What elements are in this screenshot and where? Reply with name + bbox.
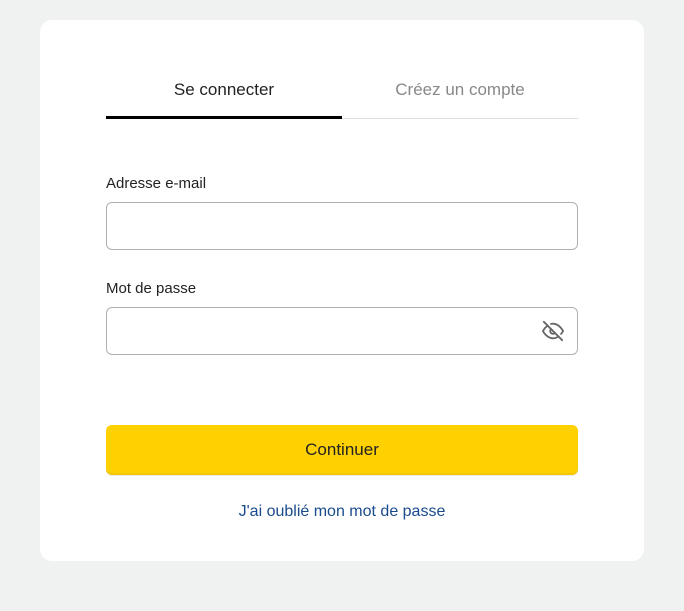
toggle-password-visibility-icon[interactable] xyxy=(542,320,564,342)
password-input-wrapper xyxy=(106,307,578,355)
email-label: Adresse e-mail xyxy=(106,175,578,192)
password-label: Mot de passe xyxy=(106,280,578,297)
tab-register-label: Créez un compte xyxy=(395,80,524,99)
forgot-password-link[interactable]: J'ai oublié mon mot de passe xyxy=(106,503,578,521)
email-field-group: Adresse e-mail xyxy=(106,175,578,250)
forgot-password-label: J'ai oublié mon mot de passe xyxy=(239,503,446,520)
email-input[interactable] xyxy=(106,202,578,250)
tab-login[interactable]: Se connecter xyxy=(106,80,342,118)
login-card: Se connecter Créez un compte Adresse e-m… xyxy=(40,20,644,561)
password-input[interactable] xyxy=(106,307,578,355)
password-field-group: Mot de passe xyxy=(106,280,578,355)
email-input-wrapper xyxy=(106,202,578,250)
tab-login-label: Se connecter xyxy=(174,80,274,99)
continue-button-label: Continuer xyxy=(305,440,379,459)
continue-button[interactable]: Continuer xyxy=(106,425,578,475)
auth-tabs: Se connecter Créez un compte xyxy=(106,80,578,119)
tab-register[interactable]: Créez un compte xyxy=(342,80,578,118)
